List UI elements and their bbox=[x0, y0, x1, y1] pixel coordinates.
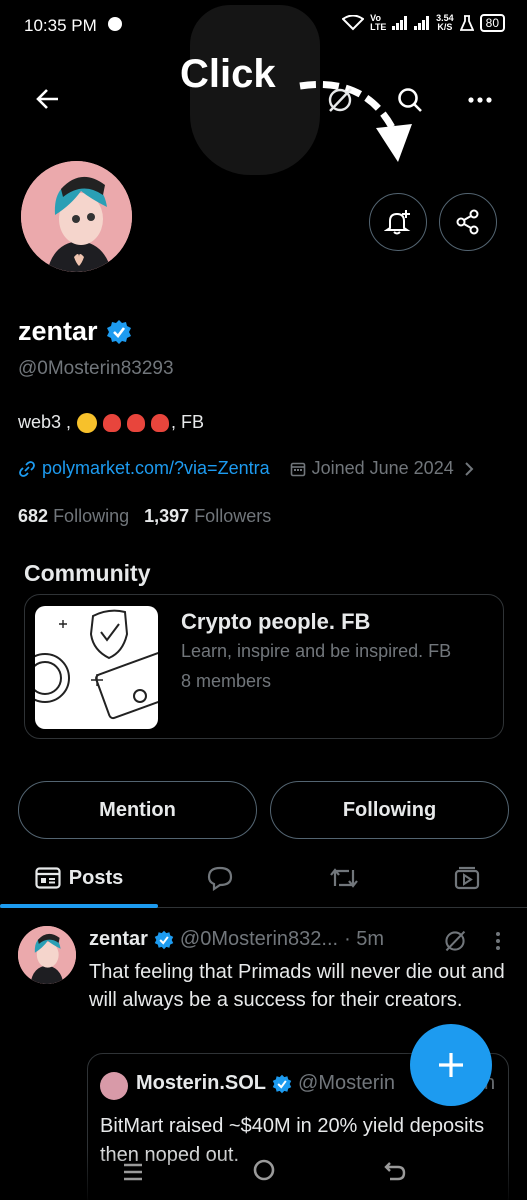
share-button[interactable] bbox=[439, 193, 497, 251]
profile-name-row: zentar bbox=[18, 316, 132, 347]
click-annotation: Click bbox=[180, 52, 276, 96]
alarm-icon bbox=[108, 17, 122, 31]
back-arrow-icon bbox=[36, 89, 58, 109]
community-members: 8 members bbox=[181, 671, 272, 691]
more-vertical-icon bbox=[496, 932, 500, 950]
following-button[interactable]: Following bbox=[270, 781, 509, 839]
verified-icon[interactable] bbox=[106, 319, 132, 345]
verified-icon bbox=[272, 1074, 292, 1093]
post-grok-button[interactable] bbox=[440, 926, 470, 956]
post-more-button[interactable] bbox=[486, 926, 510, 956]
followers-count: 1,397 bbox=[144, 506, 190, 526]
speed-indicator: 3.54 K/S bbox=[436, 13, 454, 32]
recent-apps-icon[interactable] bbox=[122, 1162, 144, 1182]
emoji-heart-fire-icon bbox=[127, 413, 146, 432]
status-icons: Vo LTE 3.54 K/S 80 bbox=[342, 14, 505, 32]
avatar-image bbox=[18, 926, 76, 984]
profile-meta: polymarket.com/?via=Zentra Joined June 2… bbox=[18, 458, 474, 479]
post-author-handle: @0Mosterin832... bbox=[179, 928, 339, 950]
battery-indicator: 80 bbox=[479, 14, 505, 32]
tab-replies[interactable] bbox=[158, 848, 282, 908]
tab-reposts[interactable] bbox=[282, 848, 406, 908]
flask-icon bbox=[459, 15, 474, 31]
replies-icon bbox=[207, 866, 233, 891]
plus-icon bbox=[439, 1053, 463, 1077]
signal-icon-2 bbox=[414, 16, 430, 30]
back-button[interactable] bbox=[30, 84, 66, 114]
grok-icon bbox=[445, 930, 466, 952]
avatar-image bbox=[21, 161, 132, 272]
tab-media[interactable] bbox=[406, 848, 527, 908]
search-button[interactable] bbox=[392, 82, 428, 118]
active-tab-indicator bbox=[0, 904, 158, 908]
compose-button[interactable] bbox=[410, 1024, 492, 1106]
profile-tabs: Posts bbox=[0, 848, 527, 908]
more-icon bbox=[468, 97, 492, 103]
community-card[interactable]: Crypto people. FB Learn, inspire and be … bbox=[24, 594, 504, 739]
community-section-title: Community bbox=[24, 560, 151, 586]
posts-icon bbox=[35, 867, 61, 889]
grok-button[interactable] bbox=[322, 82, 358, 118]
chevron-right-icon[interactable] bbox=[464, 461, 474, 477]
bio-text-suffix: , FB bbox=[171, 412, 205, 432]
post-header: zentar @0Mosterin832... · 5m bbox=[89, 928, 384, 951]
profile-bio: web3 , , FB bbox=[18, 412, 204, 433]
emoji-face-icon bbox=[77, 412, 98, 433]
emoji-heart-fire-icon bbox=[151, 413, 170, 432]
community-illustration bbox=[35, 609, 158, 720]
search-icon bbox=[398, 88, 422, 112]
retweet-icon bbox=[330, 868, 358, 888]
profile-handle: @0Mosterin83293 bbox=[18, 358, 174, 379]
tab-posts[interactable]: Posts bbox=[0, 848, 158, 908]
quoted-author-avatar bbox=[100, 1072, 128, 1100]
mention-button[interactable]: Mention bbox=[18, 781, 257, 839]
joined-date: Joined June 2024 bbox=[311, 458, 454, 478]
post-author-name[interactable]: zentar bbox=[89, 928, 148, 951]
link-icon bbox=[19, 460, 35, 477]
community-name: Crypto people. FB bbox=[181, 609, 371, 634]
quoted-post-header: Mosterin.SOL @Mosterin bbox=[136, 1072, 395, 1095]
wifi-icon bbox=[342, 15, 365, 31]
calendar-icon bbox=[290, 462, 305, 476]
following-link[interactable]: 682 Following bbox=[18, 506, 129, 526]
following-count: 682 bbox=[18, 506, 49, 526]
community-description: Learn, inspire and be inspired. FB bbox=[181, 641, 452, 661]
notifications-button[interactable] bbox=[369, 193, 427, 251]
post-time: · 5m bbox=[344, 928, 385, 950]
more-options-button[interactable] bbox=[462, 82, 498, 118]
quoted-author-name: Mosterin.SOL bbox=[136, 1072, 267, 1094]
status-time: 10:35 PM bbox=[24, 16, 97, 35]
grok-icon bbox=[328, 88, 352, 112]
back-nav-icon[interactable] bbox=[384, 1160, 406, 1182]
profile-avatar[interactable] bbox=[18, 158, 135, 275]
follow-counts: 682 Following 1,397 Followers bbox=[18, 506, 271, 527]
followers-link[interactable]: 1,397 Followers bbox=[144, 506, 271, 526]
quoted-author-handle: @Mosterin bbox=[298, 1072, 396, 1094]
display-name: zentar bbox=[18, 316, 98, 346]
bio-text-prefix: web3 , bbox=[18, 412, 72, 432]
signal-icon bbox=[392, 16, 408, 30]
home-icon[interactable] bbox=[252, 1158, 276, 1182]
profile-link[interactable]: polymarket.com/?via=Zentra bbox=[42, 458, 270, 479]
network-label: Vo LTE bbox=[370, 13, 387, 32]
system-nav-bar bbox=[0, 1148, 527, 1200]
media-icon bbox=[454, 866, 479, 890]
share-icon bbox=[456, 209, 479, 235]
post-author-avatar[interactable] bbox=[18, 926, 76, 984]
verified-icon bbox=[154, 930, 174, 949]
community-image bbox=[35, 606, 158, 729]
tab-posts-label: Posts bbox=[68, 866, 124, 889]
bell-plus-icon bbox=[384, 210, 411, 235]
emoji-heart-fire-icon bbox=[103, 413, 122, 432]
post-text: That feeling that Primads will never die… bbox=[89, 961, 505, 1011]
